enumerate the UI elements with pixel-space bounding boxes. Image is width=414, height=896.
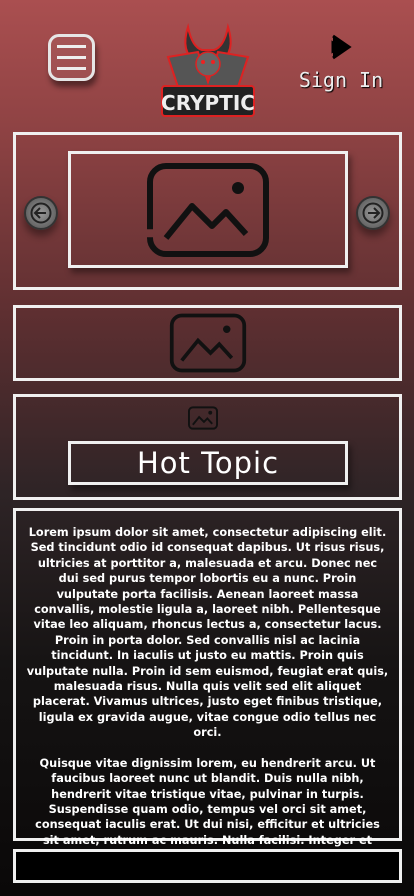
article-body: Lorem ipsum dolor sit amet, consectetur …: [13, 508, 402, 862]
carousel-next-button[interactable]: [356, 196, 390, 230]
cryptic-logo[interactable]: CRYPTIC: [158, 12, 258, 120]
sign-in-button[interactable]: Sign In: [296, 34, 386, 92]
footer-box: [13, 849, 402, 883]
carousel-prev-button[interactable]: [24, 196, 58, 230]
sign-in-label: Sign In: [298, 68, 384, 92]
article-paragraph: Lorem ipsum dolor sit amet, consectetur …: [26, 526, 389, 740]
carousel-slide[interactable]: [68, 151, 348, 268]
content-card[interactable]: [13, 305, 402, 381]
menu-button[interactable]: [48, 34, 95, 81]
arrow-left-icon: [30, 202, 52, 224]
image-placeholder-icon: [188, 406, 218, 430]
article-paragraph: Quisque vitae dignissim lorem, eu hendre…: [35, 756, 380, 862]
arrow-right-icon: [362, 202, 384, 224]
hamburger-icon: [57, 45, 86, 48]
svg-text:CRYPTIC: CRYPTIC: [161, 91, 255, 115]
image-placeholder-icon: [147, 162, 269, 257]
hot-topic-title[interactable]: Hot Topic: [68, 441, 348, 485]
hamburger-line: [57, 67, 86, 70]
play-arrow-icon: [331, 34, 352, 60]
image-placeholder-icon: [169, 313, 246, 373]
hamburger-line: [57, 56, 86, 59]
